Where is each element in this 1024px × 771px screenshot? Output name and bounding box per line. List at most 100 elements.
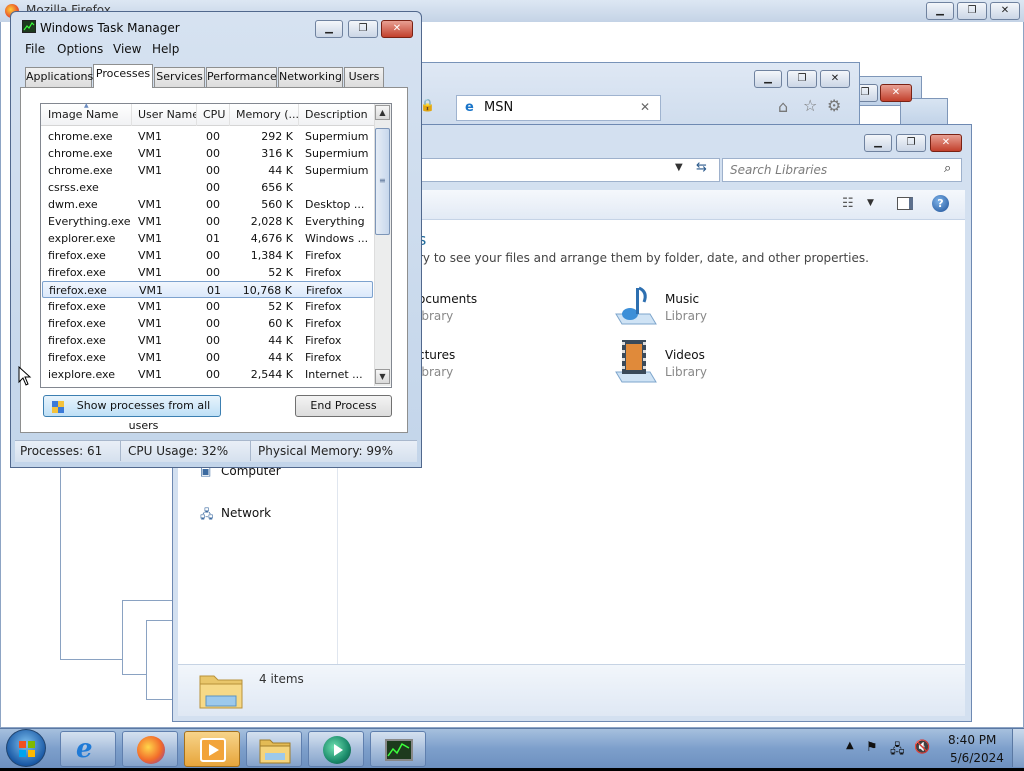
tab-applications[interactable]: Applications — [25, 67, 93, 87]
home-icon[interactable]: ⌂ — [778, 97, 788, 116]
tab-users[interactable]: Users — [344, 67, 384, 87]
process-row[interactable]: chrome.exe VM1 00 316 K Supermium — [42, 145, 373, 162]
column-cpu[interactable]: CPU — [197, 104, 230, 126]
process-cell-mem: 4,676 K — [250, 232, 293, 245]
clock-date[interactable]: 5/6/2024 — [950, 751, 1004, 765]
background-close-button[interactable]: ✕ — [880, 84, 912, 102]
library-documents-name[interactable]: ocuments — [418, 292, 477, 306]
taskbar-media-player[interactable] — [184, 731, 240, 767]
tab-performance[interactable]: Performance — [206, 67, 277, 87]
tab-processes[interactable]: Processes — [93, 64, 153, 88]
videos-library-icon[interactable] — [612, 338, 658, 384]
favorites-star-icon[interactable]: ☆ — [803, 96, 817, 115]
ie-tab-close-icon[interactable]: ✕ — [640, 100, 650, 114]
process-cell-name: firefox.exe — [49, 284, 107, 297]
help-icon[interactable]: ? — [932, 195, 949, 212]
task-manager-close-button[interactable]: ✕ — [381, 20, 413, 38]
menu-file[interactable]: File — [25, 42, 45, 56]
process-row[interactable]: firefox.exe VM1 00 52 K Firefox — [42, 298, 373, 315]
process-row[interactable]: iexplore.exe VM1 00 2,544 K Internet ... — [42, 366, 373, 383]
column-memory[interactable]: Memory (... — [230, 104, 299, 126]
column-user-name[interactable]: User Name — [132, 104, 197, 126]
view-dropdown-icon[interactable]: ▼ — [867, 198, 874, 208]
network-tray-icon[interactable]: 🖧 — [890, 740, 905, 762]
ie-close-button[interactable]: ✕ — [820, 70, 850, 88]
refresh-icon[interactable]: ⇆ — [696, 160, 707, 175]
process-cell-cpu: 00 — [206, 317, 220, 330]
process-cell-user: VM1 — [138, 232, 163, 245]
library-music-name[interactable]: Music — [665, 292, 699, 306]
process-cell-mem: 10,768 K — [242, 284, 292, 297]
process-row[interactable]: firefox.exe VM1 00 52 K Firefox — [42, 264, 373, 281]
tab-networking[interactable]: Networking — [278, 67, 343, 87]
process-cell-user: VM1 — [138, 147, 163, 160]
process-row[interactable]: chrome.exe VM1 00 44 K Supermium — [42, 162, 373, 179]
search-icon[interactable]: ⌕ — [944, 161, 951, 176]
library-videos-name[interactable]: Videos — [665, 348, 705, 362]
lock-icon: 🔒 — [420, 98, 435, 112]
preview-pane-icon[interactable] — [897, 197, 913, 210]
change-view-icon[interactable]: ☷ — [842, 196, 854, 211]
libraries-folder-icon — [198, 668, 244, 710]
process-row[interactable]: firefox.exe VM1 00 60 K Firefox — [42, 315, 373, 332]
explorer-close-button[interactable]: ✕ — [930, 134, 962, 152]
process-cell-name: iexplore.exe — [48, 368, 115, 381]
process-cell-user: VM1 — [138, 215, 163, 228]
process-cell-mem: 656 K — [261, 181, 293, 194]
process-row[interactable]: dwm.exe VM1 00 560 K Desktop ... — [42, 196, 373, 213]
gear-icon[interactable]: ⚙ — [827, 96, 841, 115]
process-row[interactable]: chrome.exe VM1 00 292 K Supermium — [42, 128, 373, 145]
taskbar-media-center[interactable] — [308, 731, 364, 767]
library-music-type: Library — [665, 309, 707, 323]
process-cell-name: firefox.exe — [48, 249, 106, 262]
process-row[interactable]: firefox.exe VM1 00 44 K Firefox — [42, 332, 373, 349]
explorer-minimize-button[interactable]: ▁ — [864, 134, 892, 152]
firefox-minimize-button[interactable]: ▁ — [926, 2, 954, 20]
process-row[interactable]: csrss.exe 00 656 K — [42, 179, 373, 196]
items-count: 4 items — [259, 672, 304, 686]
scroll-up-button[interactable]: ▲ — [375, 105, 390, 120]
taskbar-task-manager[interactable] — [370, 731, 426, 767]
process-row[interactable]: explorer.exe VM1 01 4,676 K Windows ... — [42, 230, 373, 247]
volume-muted-icon[interactable]: 🔇 — [914, 740, 930, 755]
show-hidden-icons-icon[interactable]: ▲ — [846, 740, 854, 751]
tab-services[interactable]: Services — [154, 67, 205, 87]
internet-explorer-icon: e — [76, 734, 93, 764]
address-dropdown-icon[interactable]: ▼ — [675, 162, 683, 173]
search-placeholder: Search Libraries — [730, 163, 828, 177]
ie-minimize-button[interactable]: ▁ — [754, 70, 782, 88]
start-button[interactable] — [6, 729, 46, 767]
scroll-down-button[interactable]: ▼ — [375, 369, 390, 384]
library-pictures-name[interactable]: ctures — [418, 348, 455, 362]
menu-options[interactable]: Options — [57, 42, 103, 56]
nav-item-network[interactable]: Network — [221, 506, 271, 520]
ie-restore-button[interactable]: ❐ — [787, 70, 817, 88]
firefox-close-button[interactable]: ✕ — [990, 2, 1020, 20]
process-row[interactable]: firefox.exe VM1 01 10,768 K Firefox — [42, 281, 373, 298]
menu-help[interactable]: Help — [152, 42, 179, 56]
process-row[interactable]: firefox.exe VM1 00 44 K Firefox — [42, 349, 373, 366]
taskbar-windows-explorer[interactable] — [246, 731, 302, 767]
task-manager-minimize-button[interactable]: ▁ — [315, 20, 343, 38]
music-library-icon[interactable] — [612, 284, 658, 328]
firefox-restore-button[interactable]: ❐ — [957, 2, 987, 20]
taskbar-internet-explorer[interactable]: e — [60, 731, 116, 767]
action-center-flag-icon[interactable]: ⚑ — [866, 740, 878, 755]
explorer-restore-button[interactable]: ❐ — [896, 134, 926, 152]
menu-view[interactable]: View — [113, 42, 141, 56]
process-cell-desc: Firefox — [305, 266, 342, 279]
show-all-users-button[interactable]: Show processes from all users — [43, 395, 221, 432]
task-manager-restore-button[interactable]: ❐ — [348, 20, 378, 38]
process-cell-name: Everything.exe — [48, 215, 131, 228]
process-row[interactable]: Everything.exe VM1 00 2,028 K Everything — [42, 213, 373, 230]
column-description[interactable]: Description — [299, 104, 373, 126]
end-process-button[interactable]: End Process — [295, 395, 392, 417]
address-bar[interactable] — [410, 158, 720, 182]
taskbar-firefox[interactable] — [122, 731, 178, 767]
process-row[interactable]: firefox.exe VM1 00 1,384 K Firefox — [42, 247, 373, 264]
process-cell-desc: Firefox — [305, 317, 342, 330]
clock-time[interactable]: 8:40 PM — [948, 733, 996, 747]
show-desktop-button[interactable] — [1012, 729, 1024, 767]
show-all-users-label: Show processes from all users — [76, 399, 211, 432]
process-cell-name: chrome.exe — [48, 147, 113, 160]
